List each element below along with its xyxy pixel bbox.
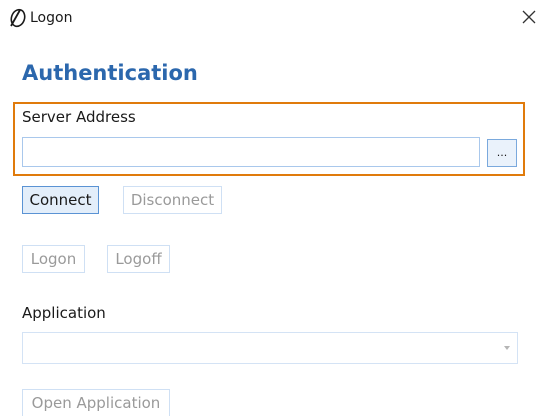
title-bar: Logon <box>0 0 547 38</box>
window-title: Logon <box>30 10 73 26</box>
server-address-label: Server Address <box>22 108 136 126</box>
browse-button[interactable]: ... <box>487 139 517 167</box>
open-application-button[interactable]: Open Application <box>22 389 170 416</box>
authentication-heading: Authentication <box>22 61 198 85</box>
application-select[interactable] <box>22 332 518 364</box>
logon-window: Logon Authentication Server Address ... … <box>0 0 547 416</box>
disconnect-button[interactable]: Disconnect <box>123 186 222 214</box>
connect-button[interactable]: Connect <box>22 186 99 214</box>
close-icon <box>522 9 536 28</box>
chevron-down-icon <box>504 346 510 350</box>
application-label: Application <box>22 304 106 322</box>
server-address-input[interactable] <box>22 137 480 167</box>
logoff-button[interactable]: Logoff <box>107 245 170 273</box>
close-button[interactable] <box>517 6 541 30</box>
logon-logo-icon <box>8 8 26 28</box>
logon-button[interactable]: Logon <box>22 245 85 273</box>
